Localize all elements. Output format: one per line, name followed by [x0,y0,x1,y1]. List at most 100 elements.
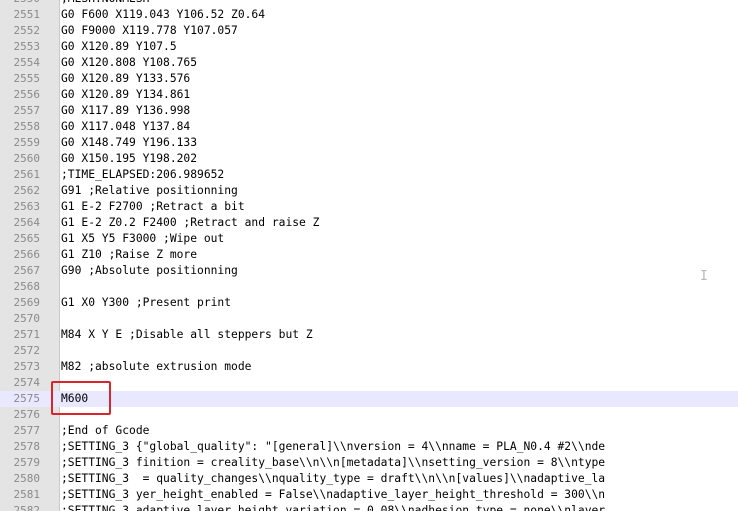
line-text[interactable] [61,311,738,327]
line-number: 2560 [13,152,41,165]
line-number: 2571 [13,328,41,341]
line-text[interactable] [61,407,738,423]
line-number: 2564 [13,216,41,229]
line-text[interactable]: G0 X117.048 Y137.84 [61,119,738,135]
line-number: 2552 [13,24,41,37]
code-line[interactable]: 2561 ;TIME_ELAPSED:206.989652 [0,167,738,183]
code-line[interactable]: 2580 ;SETTING_3 = quality_changes\\nquali… [0,471,738,487]
line-text[interactable] [61,343,738,359]
code-line[interactable]: 2577 ;End of Gcode [0,423,738,439]
m600-highlight-box [51,381,111,415]
line-number: 2569 [13,296,41,309]
code-line[interactable]: 2566 G1 Z10 ;Raise Z more [0,247,738,263]
code-line[interactable]: 2551 G0 F600 X119.043 Y106.52 Z0.64 [0,7,738,23]
code-line[interactable]: 2579 ;SETTING_3 finition = creality_base\… [0,455,738,471]
line-number: 2553 [13,40,41,53]
code-line[interactable]: 2567 G90 ;Absolute positionning [0,263,738,279]
code-lines[interactable]: 2550 ;MESH:NONMESH 2551 G0 F600 X119.043 Y1… [0,0,738,511]
code-line[interactable]: 2550 ;MESH:NONMESH [0,0,738,7]
code-line[interactable]: 2553 G0 X120.89 Y107.5 [0,39,738,55]
code-line[interactable]: 2582 ;SETTING_3 adaptive_layer_height_var… [0,503,738,511]
line-text[interactable]: G0 X150.195 Y198.202 [61,151,738,167]
line-number: 2558 [13,120,41,133]
line-text[interactable]: ;SETTING_3 yer_height_enabled = False\\n… [61,487,738,503]
line-text[interactable]: ;SETTING_3 finition = creality_base\\n\\… [61,455,738,471]
code-line[interactable]: 2572 [0,343,738,359]
line-number: 2572 [13,344,41,357]
line-text[interactable]: G0 X148.749 Y196.133 [61,135,738,151]
line-number: 2568 [13,280,41,293]
line-text[interactable]: G0 X120.808 Y108.765 [61,55,738,71]
line-number: 2551 [13,8,41,21]
code-line[interactable]: 2569 G1 X0 Y300 ;Present print [0,295,738,311]
line-text[interactable] [61,279,738,295]
line-text[interactable]: G0 F9000 X119.778 Y107.057 [61,23,738,39]
code-line[interactable]: 2556 G0 X120.89 Y134.861 [0,87,738,103]
line-number: 2575 [13,392,41,405]
line-number: 2580 [13,472,41,485]
line-text[interactable]: ;MESH:NONMESH [61,0,738,7]
line-number: 2566 [13,248,41,261]
line-number: 2574 [13,376,41,389]
line-text[interactable]: G0 F600 X119.043 Y106.52 Z0.64 [61,7,738,23]
line-number: 2570 [13,312,41,325]
code-line[interactable]: 2554 G0 X120.808 Y108.765 [0,55,738,71]
line-text[interactable]: G0 X120.89 Y134.861 [61,87,738,103]
code-line[interactable]: 2568 [0,279,738,295]
code-line[interactable]: 2552 G0 F9000 X119.778 Y107.057 [0,23,738,39]
code-line[interactable]: 2563 G1 E-2 F2700 ;Retract a bit [0,199,738,215]
line-number: 2562 [13,184,41,197]
code-line[interactable]: 2578 ;SETTING_3 {"global_quality": "[gene… [0,439,738,455]
line-number: 2577 [13,424,41,437]
line-number: 2581 [13,488,41,501]
line-number: 2579 [13,456,41,469]
line-text[interactable]: ;SETTING_3 adaptive_layer_height_variati… [61,503,738,511]
code-line[interactable]: 2581 ;SETTING_3 yer_height_enabled = Fals… [0,487,738,503]
line-text[interactable]: ;SETTING_3 = quality_changes\\nquality_t… [61,471,738,487]
line-text[interactable]: ;TIME_ELAPSED:206.989652 [61,167,738,183]
line-number: 2563 [13,200,41,213]
line-number: 2578 [13,440,41,453]
line-number: 2554 [13,56,41,69]
line-text[interactable]: G91 ;Relative positionning [61,183,738,199]
line-text[interactable]: G90 ;Absolute positionning [61,263,738,279]
line-number: 2565 [13,232,41,245]
line-text[interactable]: G0 X120.89 Y133.576 [61,71,738,87]
code-line[interactable]: 2565 G1 X5 Y5 F3000 ;Wipe out [0,231,738,247]
line-number: 2555 [13,72,41,85]
code-line[interactable]: 2570 [0,311,738,327]
line-text[interactable]: ;SETTING_3 {"global_quality": "[general]… [61,439,738,455]
line-number: 2550 [0,0,41,7]
code-line[interactable]: 2571 M84 X Y E ;Disable all steppers but … [0,327,738,343]
line-number: 2582 [13,504,41,511]
line-text[interactable]: G1 E-2 Z0.2 F2400 ;Retract and raise Z [61,215,738,231]
line-number: 2573 [13,360,41,373]
line-number: 2567 [13,264,41,277]
code-line[interactable]: 2559 G0 X148.749 Y196.133 [0,135,738,151]
line-text[interactable]: G1 Z10 ;Raise Z more [61,247,738,263]
line-number: 2556 [13,88,41,101]
line-number: 2559 [13,136,41,149]
line-text[interactable]: G1 X5 Y5 F3000 ;Wipe out [61,231,738,247]
line-text[interactable]: ;End of Gcode [61,423,738,439]
line-text[interactable]: G0 X120.89 Y107.5 [61,39,738,55]
line-text[interactable]: M600 [61,391,738,407]
line-number: 2561 [13,168,41,181]
line-text[interactable]: G1 X0 Y300 ;Present print [61,295,738,311]
code-line[interactable]: 2560 G0 X150.195 Y198.202 [0,151,738,167]
text-cursor-icon: I [700,269,708,284]
code-line[interactable]: 2558 G0 X117.048 Y137.84 [0,119,738,135]
code-line[interactable]: 2555 G0 X120.89 Y133.576 [0,71,738,87]
line-text[interactable]: G1 E-2 F2700 ;Retract a bit [61,199,738,215]
line-text[interactable] [61,375,738,391]
code-editor[interactable]: 2550 ;MESH:NONMESH 2551 G0 F600 X119.043 Y1… [0,0,738,511]
line-text[interactable]: M82 ;absolute extrusion mode [61,359,738,375]
line-number: 2557 [13,104,41,117]
code-line[interactable]: 2557 G0 X117.89 Y136.998 [0,103,738,119]
line-text[interactable]: M84 X Y E ;Disable all steppers but Z [61,327,738,343]
code-line[interactable]: 2564 G1 E-2 Z0.2 F2400 ;Retract and raise… [0,215,738,231]
code-line[interactable]: 2573 M82 ;absolute extrusion mode [0,359,738,375]
line-number: 2576 [13,408,41,421]
line-text[interactable]: G0 X117.89 Y136.998 [61,103,738,119]
code-line[interactable]: 2562 G91 ;Relative positionning [0,183,738,199]
